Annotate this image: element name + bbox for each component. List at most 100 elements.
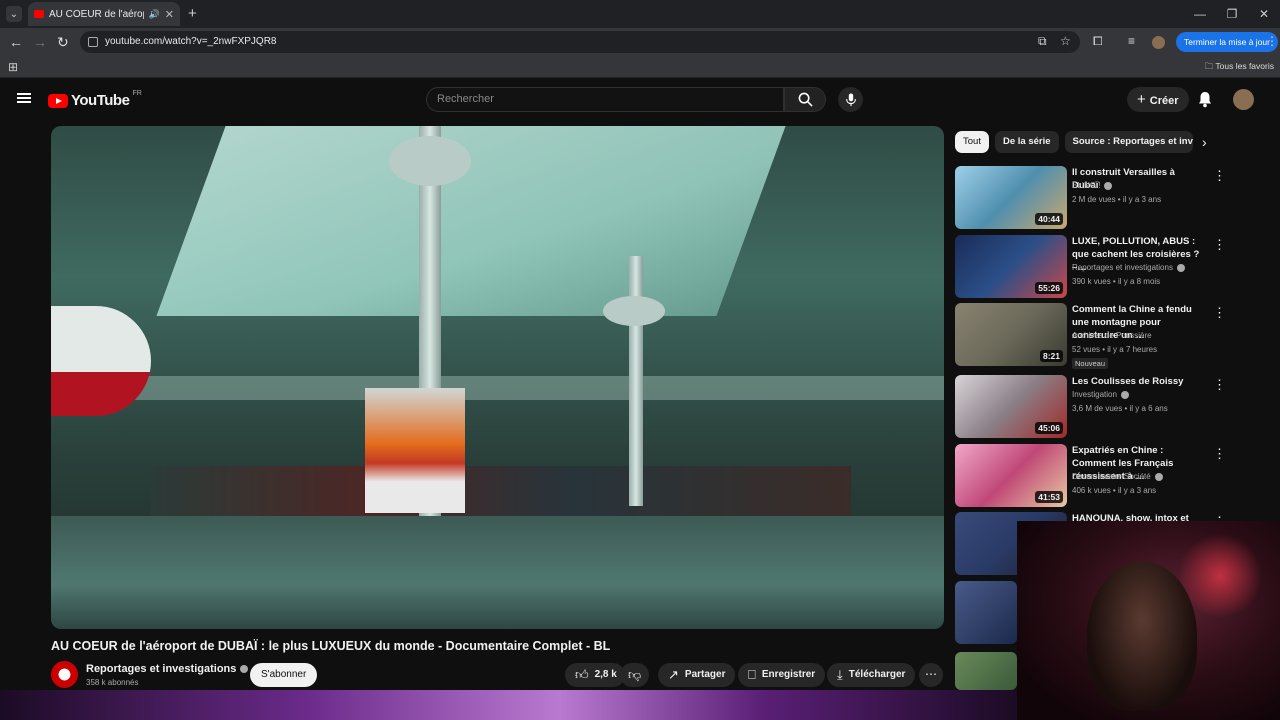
more-options-icon[interactable]: ⋮ <box>1213 168 1226 184</box>
recommendation-channel[interactable]: Archives de Poussière <box>1072 331 1152 340</box>
menu-icon[interactable] <box>17 93 31 95</box>
save-button[interactable]: ⎕ Enregistrer <box>738 663 826 687</box>
video-thumbnail[interactable]: 55:26 <box>955 235 1067 298</box>
chevron-right-icon[interactable]: › <box>1202 134 1207 150</box>
download-icon: ⤓ <box>837 667 843 682</box>
account-avatar[interactable] <box>1233 89 1254 110</box>
more-options-icon[interactable]: ⋮ <box>1213 377 1226 393</box>
minimize-button[interactable]: — <box>1184 0 1216 28</box>
share-label: Partager <box>684 669 726 680</box>
recommendation-item[interactable]: 55:26 LUXE, POLLUTION, ABUS : que cachen… <box>955 235 1275 303</box>
bookmark-star-icon[interactable]: ☆ <box>1060 34 1071 48</box>
all-bookmarks[interactable]: 🗀 Tous les favoris <box>1205 61 1274 75</box>
dislike-button[interactable]: 👎︎ <box>620 663 650 687</box>
search-button[interactable] <box>784 87 826 112</box>
tab-search-button[interactable]: ⌄ <box>6 6 22 22</box>
browser-tab[interactable]: AU COEUR de l'aéroport de 🔊 ✕ <box>28 2 180 26</box>
subscribe-button[interactable]: S'abonner <box>250 663 318 687</box>
video-frame-pillar <box>629 256 643 506</box>
download-button[interactable]: ⤓ Télécharger <box>827 663 916 687</box>
video-thumbnail[interactable]: 40:44 <box>955 166 1067 229</box>
save-label: Enregistrer <box>761 669 816 680</box>
all-bookmarks-label: Tous les favoris <box>1215 61 1274 71</box>
maximize-button[interactable]: ❐ <box>1216 0 1248 28</box>
duration-badge: 55:26 <box>1035 282 1063 294</box>
forward-icon[interactable]: → <box>33 34 47 50</box>
recommendation-meta: 3,6 M de vues • il y a 6 ans <box>1072 404 1168 413</box>
new-badge: Nouveau <box>1072 358 1109 369</box>
video-thumbnail[interactable]: 8:21 <box>955 303 1067 366</box>
apps-grid-icon[interactable]: ⊞ <box>8 60 18 74</box>
stream-overlay-banner <box>0 690 1017 720</box>
install-icon[interactable]: ⧉ <box>1038 34 1047 49</box>
profile-avatar[interactable] <box>1152 36 1165 49</box>
recommendation-item[interactable]: 8:21 Comment la Chine a fendu une montag… <box>955 303 1275 371</box>
folder-icon: 🗀 <box>1204 61 1214 71</box>
reload-icon[interactable]: ↻ <box>57 34 69 51</box>
more-options-icon[interactable]: ⋮ <box>1213 446 1226 462</box>
speaker-icon[interactable]: 🔊 <box>149 9 160 20</box>
window-controls: — ❐ ✕ <box>1184 0 1280 28</box>
like-button[interactable]: 👍︎ 2,8 k <box>565 663 625 687</box>
channel-text: BLING ! <box>1072 181 1101 190</box>
extensions-icon[interactable]: ⧠ <box>1093 34 1103 49</box>
chip-series[interactable]: De la série <box>994 131 1059 153</box>
channel-avatar[interactable] <box>51 661 78 688</box>
video-player[interactable] <box>51 126 944 629</box>
subscriber-count: 358 k abonnés <box>86 678 139 687</box>
like-count: 2,8 k <box>594 669 617 680</box>
recommendation-channel[interactable]: BLING ! <box>1072 181 1113 190</box>
logo-text: YouTube <box>71 92 130 109</box>
more-options-icon[interactable]: ⋮ <box>1213 237 1226 253</box>
browser-menu-icon[interactable]: ⋮ <box>1266 34 1278 48</box>
video-frame-balcony <box>51 376 944 400</box>
address-bar[interactable]: youtube.com/watch?v=_2nwFXPJQR8 <box>80 31 1080 53</box>
more-options-icon[interactable]: ⋮ <box>1213 305 1226 321</box>
video-thumbnail[interactable]: 41:53 <box>955 444 1067 507</box>
plus-icon: + <box>1137 91 1146 108</box>
video-thumbnail[interactable]: 45:06 <box>955 375 1067 438</box>
media-icon[interactable]: ≡ <box>1128 34 1135 48</box>
duration-badge: 8:21 <box>1039 350 1063 362</box>
update-button[interactable]: Terminer la mise à jour <box>1176 32 1278 52</box>
chip-all[interactable]: Tout <box>955 131 989 153</box>
verified-icon <box>1104 181 1113 190</box>
back-icon[interactable]: ← <box>9 34 23 50</box>
thumbs-down-icon: 👎︎ <box>628 667 642 682</box>
more-actions-button[interactable]: ⋯ <box>919 663 943 687</box>
region-code: FR <box>132 90 142 97</box>
recommendation-title[interactable]: Les Coulisses de Roissy <box>1072 375 1200 388</box>
create-label: Créer <box>1149 95 1179 107</box>
browser-toolbar: ← → ↻ youtube.com/watch?v=_2nwFXPJQR8 ⧉ … <box>0 28 1280 56</box>
video-thumbnail[interactable] <box>955 652 1017 690</box>
create-button[interactable]: + Créer <box>1127 87 1189 112</box>
video-title: AU COEUR de l'aéroport de DUBAÏ : le plu… <box>51 639 611 653</box>
channel-name[interactable]: Reportages et investigations <box>86 663 249 675</box>
close-tab-icon[interactable]: ✕ <box>165 8 174 21</box>
recommendation-channel[interactable]: Reportages et investigations <box>1072 263 1185 272</box>
youtube-logo[interactable]: YouTube FR <box>48 90 142 109</box>
share-button[interactable]: ↗ Partager <box>658 663 736 687</box>
close-window-button[interactable]: ✕ <box>1248 0 1280 28</box>
new-tab-button[interactable]: + <box>188 5 197 22</box>
verified-icon <box>1176 263 1185 272</box>
recommendation-channel[interactable]: Documentaire Société <box>1072 472 1163 481</box>
chip-source[interactable]: Source : Reportages et inves <box>1064 131 1193 153</box>
notifications-bell-icon[interactable] <box>1198 91 1212 108</box>
recommendation-meta: 406 k vues • il y a 3 ans <box>1072 486 1157 495</box>
duration-badge: 40:44 <box>1035 213 1063 225</box>
channel-text: Investigation <box>1072 390 1117 399</box>
search-icon <box>798 92 813 107</box>
voice-search-button[interactable] <box>838 87 863 112</box>
site-info-icon[interactable] <box>88 37 98 47</box>
video-thumbnail[interactable] <box>955 581 1017 644</box>
duration-badge: 41:53 <box>1035 491 1063 503</box>
recommendation-item[interactable]: 40:44 Il construit Versailles à Dubaï BL… <box>955 166 1275 234</box>
recommendation-channel[interactable]: Investigation <box>1072 390 1129 399</box>
recommendation-item[interactable]: 45:06 Les Coulisses de Roissy Investigat… <box>955 375 1275 443</box>
recommendation-item[interactable]: 41:53 Expatriés en Chine : Comment les F… <box>955 444 1275 512</box>
duration-badge: 45:06 <box>1035 422 1063 434</box>
bookmark-icon: ⎕ <box>748 667 756 682</box>
video-frame-display-column <box>365 388 465 513</box>
search-input[interactable]: Rechercher <box>426 87 784 112</box>
